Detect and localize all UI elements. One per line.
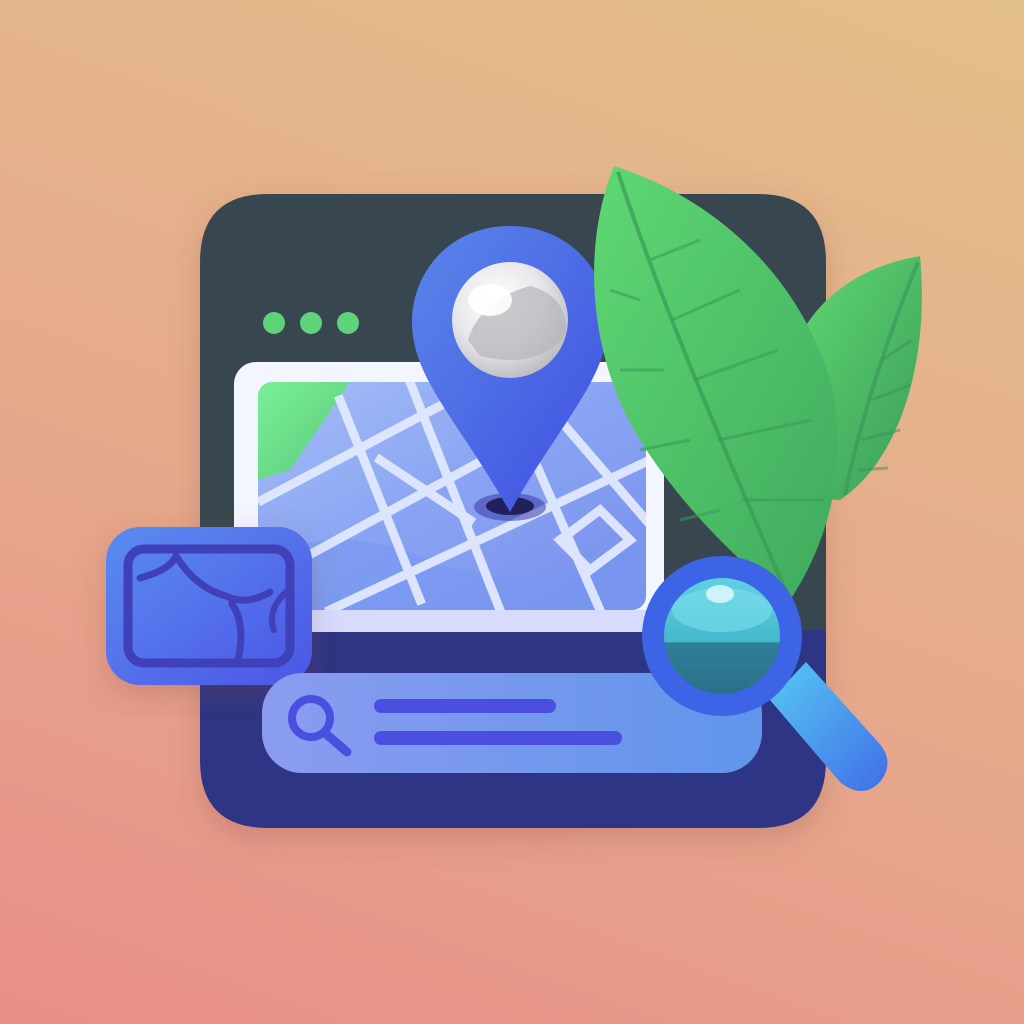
map-search-illustration xyxy=(0,0,1024,1024)
illustration-canvas xyxy=(106,166,922,828)
search-text-line xyxy=(374,699,556,713)
window-dot xyxy=(300,312,322,334)
window-control-dots xyxy=(263,312,359,334)
window-dot xyxy=(263,312,285,334)
window-dot xyxy=(337,312,359,334)
map-card-icon xyxy=(106,527,312,685)
search-text-line xyxy=(374,731,622,745)
